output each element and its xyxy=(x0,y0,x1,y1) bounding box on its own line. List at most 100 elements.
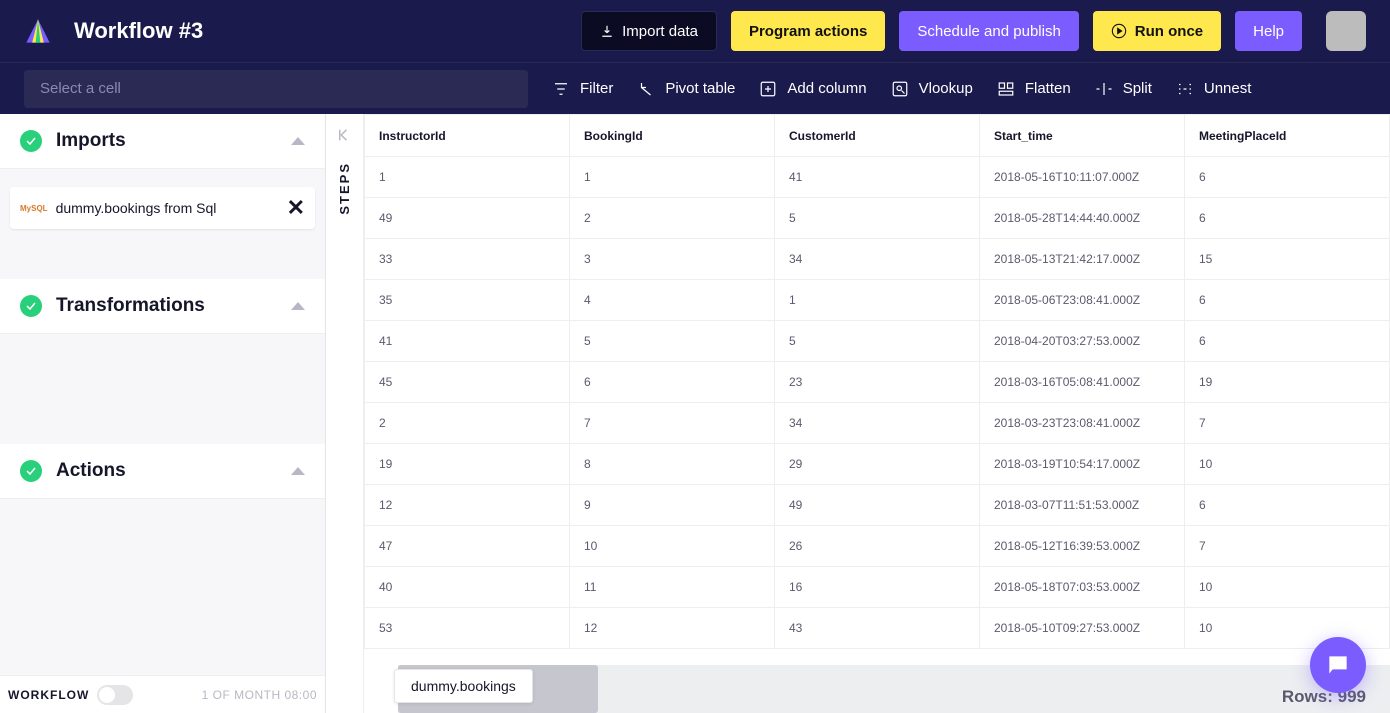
add-column-tool[interactable]: Add column xyxy=(759,80,866,98)
table-cell[interactable]: 6 xyxy=(570,362,775,403)
table-row[interactable]: 27342018-03-23T23:08:41.000Z7 xyxy=(365,403,1390,444)
imports-header[interactable]: Imports xyxy=(0,114,325,169)
help-button[interactable]: Help xyxy=(1235,11,1302,51)
table-cell[interactable]: 49 xyxy=(775,485,980,526)
split-tool[interactable]: Split xyxy=(1095,80,1152,98)
collapse-steps-button[interactable] xyxy=(336,126,354,144)
table-cell[interactable]: 2018-05-12T16:39:53.000Z xyxy=(980,526,1185,567)
table-cell[interactable]: 2 xyxy=(570,198,775,239)
import-data-button[interactable]: Import data xyxy=(581,11,717,51)
table-cell[interactable]: 2018-05-18T07:03:53.000Z xyxy=(980,567,1185,608)
table-cell[interactable]: 35 xyxy=(365,280,570,321)
table-cell[interactable]: 5 xyxy=(775,198,980,239)
table-cell[interactable]: 7 xyxy=(1185,526,1390,567)
table-cell[interactable]: 1 xyxy=(365,157,570,198)
table-cell[interactable]: 5 xyxy=(570,321,775,362)
column-header[interactable]: InstructorId xyxy=(365,115,570,157)
chat-button[interactable] xyxy=(1310,637,1366,693)
table-cell[interactable]: 1 xyxy=(775,280,980,321)
table-row[interactable]: 129492018-03-07T11:51:53.000Z6 xyxy=(365,485,1390,526)
table-cell[interactable]: 7 xyxy=(570,403,775,444)
table-cell[interactable]: 33 xyxy=(365,239,570,280)
table-row[interactable]: 49252018-05-28T14:44:40.000Z6 xyxy=(365,198,1390,239)
table-row[interactable]: 41552018-04-20T03:27:53.000Z6 xyxy=(365,321,1390,362)
table-cell[interactable]: 2018-03-07T11:51:53.000Z xyxy=(980,485,1185,526)
table-cell[interactable]: 2018-03-16T05:08:41.000Z xyxy=(980,362,1185,403)
import-item[interactable]: MySQL dummy.bookings from Sql ✕ xyxy=(10,187,315,229)
table-cell[interactable]: 26 xyxy=(775,526,980,567)
table-cell[interactable]: 53 xyxy=(365,608,570,649)
cell-selector-input[interactable]: Select a cell xyxy=(24,70,528,108)
table-cell[interactable]: 2018-03-23T23:08:41.000Z xyxy=(980,403,1185,444)
table-cell[interactable]: 43 xyxy=(775,608,980,649)
table-cell[interactable]: 47 xyxy=(365,526,570,567)
flatten-tool[interactable]: Flatten xyxy=(997,80,1071,98)
table-cell[interactable]: 2018-05-13T21:42:17.000Z xyxy=(980,239,1185,280)
table-cell[interactable]: 34 xyxy=(775,403,980,444)
table-row[interactable]: 35412018-05-06T23:08:41.000Z6 xyxy=(365,280,1390,321)
program-actions-button[interactable]: Program actions xyxy=(731,11,885,51)
table-cell[interactable]: 6 xyxy=(1185,485,1390,526)
unnest-tool[interactable]: Unnest xyxy=(1176,80,1252,98)
transformations-header[interactable]: Transformations xyxy=(0,279,325,334)
table-cell[interactable]: 49 xyxy=(365,198,570,239)
table-cell[interactable]: 11 xyxy=(570,567,775,608)
dataset-pill[interactable]: dummy.bookings xyxy=(394,669,533,703)
schedule-publish-button[interactable]: Schedule and publish xyxy=(899,11,1078,51)
table-cell[interactable]: 9 xyxy=(570,485,775,526)
table-row[interactable]: 4710262018-05-12T16:39:53.000Z7 xyxy=(365,526,1390,567)
table-cell[interactable]: 12 xyxy=(365,485,570,526)
run-once-button[interactable]: Run once xyxy=(1093,11,1221,51)
table-cell[interactable]: 6 xyxy=(1185,198,1390,239)
table-cell[interactable]: 2 xyxy=(365,403,570,444)
table-cell[interactable]: 3 xyxy=(570,239,775,280)
table-cell[interactable]: 40 xyxy=(365,567,570,608)
remove-import-button[interactable]: ✕ xyxy=(287,195,305,221)
table-cell[interactable]: 41 xyxy=(775,157,980,198)
table-cell[interactable]: 2018-05-06T23:08:41.000Z xyxy=(980,280,1185,321)
table-cell[interactable]: 1 xyxy=(570,157,775,198)
column-header[interactable]: MeetingPlaceId xyxy=(1185,115,1390,157)
table-row[interactable]: 4011162018-05-18T07:03:53.000Z10 xyxy=(365,567,1390,608)
table-cell[interactable]: 6 xyxy=(1185,157,1390,198)
table-cell[interactable]: 10 xyxy=(570,526,775,567)
table-cell[interactable]: 4 xyxy=(570,280,775,321)
table-cell[interactable]: 2018-05-16T10:11:07.000Z xyxy=(980,157,1185,198)
table-cell[interactable]: 2018-05-28T14:44:40.000Z xyxy=(980,198,1185,239)
table-row[interactable]: 456232018-03-16T05:08:41.000Z19 xyxy=(365,362,1390,403)
table-cell[interactable]: 5 xyxy=(775,321,980,362)
actions-header[interactable]: Actions xyxy=(0,444,325,499)
table-row[interactable]: 333342018-05-13T21:42:17.000Z15 xyxy=(365,239,1390,280)
pivot-tool[interactable]: Pivot table xyxy=(637,80,735,98)
table-cell[interactable]: 45 xyxy=(365,362,570,403)
table-cell[interactable]: 7 xyxy=(1185,403,1390,444)
table-cell[interactable]: 2018-04-20T03:27:53.000Z xyxy=(980,321,1185,362)
table-cell[interactable]: 6 xyxy=(1185,280,1390,321)
table-cell[interactable]: 34 xyxy=(775,239,980,280)
table-cell[interactable]: 15 xyxy=(1185,239,1390,280)
table-cell[interactable]: 8 xyxy=(570,444,775,485)
table-row[interactable]: 198292018-03-19T10:54:17.000Z10 xyxy=(365,444,1390,485)
vlookup-tool[interactable]: Vlookup xyxy=(891,80,973,98)
table-row[interactable]: 5312432018-05-10T09:27:53.000Z10 xyxy=(365,608,1390,649)
column-header[interactable]: CustomerId xyxy=(775,115,980,157)
column-header[interactable]: BookingId xyxy=(570,115,775,157)
user-avatar[interactable] xyxy=(1326,11,1366,51)
table-cell[interactable]: 19 xyxy=(1185,362,1390,403)
column-header[interactable]: Start_time xyxy=(980,115,1185,157)
hscroll-track[interactable] xyxy=(398,665,1390,713)
table-cell[interactable]: 19 xyxy=(365,444,570,485)
table-cell[interactable]: 12 xyxy=(570,608,775,649)
workflow-toggle[interactable] xyxy=(97,685,133,705)
table-cell[interactable]: 2018-03-19T10:54:17.000Z xyxy=(980,444,1185,485)
table-cell[interactable]: 23 xyxy=(775,362,980,403)
table-cell[interactable]: 16 xyxy=(775,567,980,608)
table-cell[interactable]: 41 xyxy=(365,321,570,362)
table-cell[interactable]: 29 xyxy=(775,444,980,485)
table-row[interactable]: 11412018-05-16T10:11:07.000Z6 xyxy=(365,157,1390,198)
table-cell[interactable]: 10 xyxy=(1185,444,1390,485)
table-cell[interactable]: 10 xyxy=(1185,567,1390,608)
table-cell[interactable]: 2018-05-10T09:27:53.000Z xyxy=(980,608,1185,649)
table-cell[interactable]: 10 xyxy=(1185,608,1390,649)
table-cell[interactable]: 6 xyxy=(1185,321,1390,362)
